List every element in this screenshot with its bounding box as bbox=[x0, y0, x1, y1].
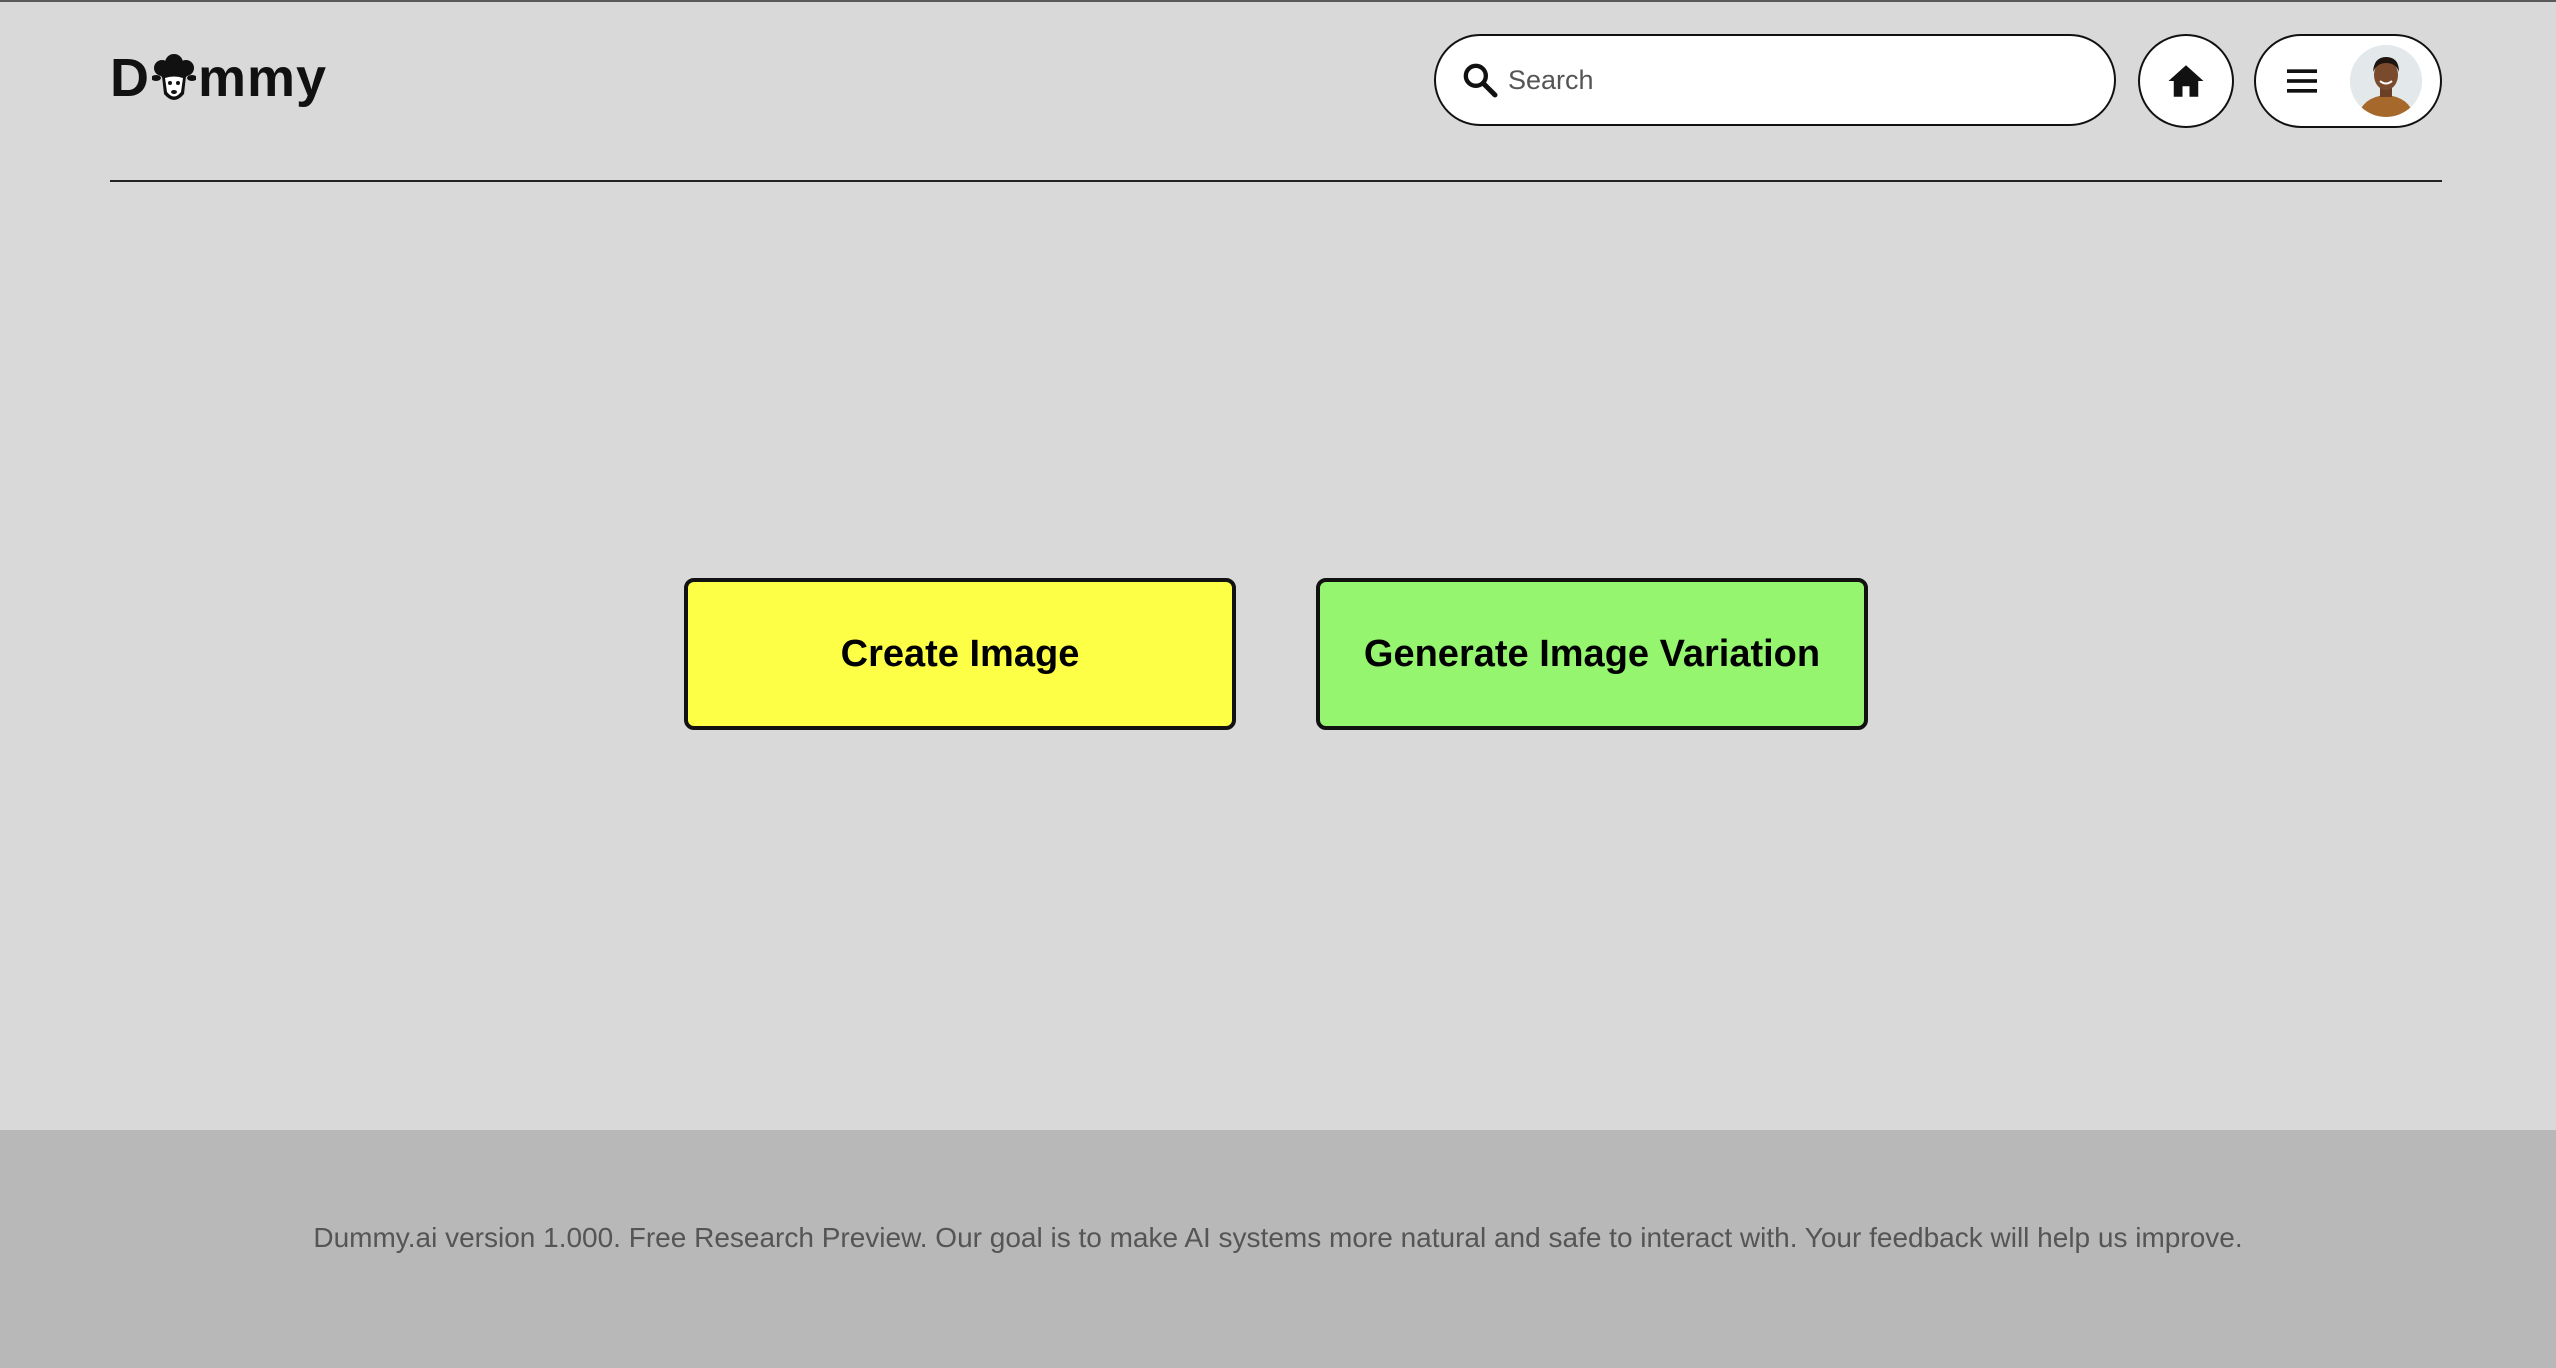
logo-first-letter: D bbox=[110, 48, 150, 108]
home-icon bbox=[2168, 65, 2204, 97]
menu-button[interactable] bbox=[2254, 34, 2442, 128]
logo-rest-text: mmy bbox=[198, 48, 328, 108]
page: D mmy Search Create Image Generate Image… bbox=[0, 0, 2556, 1368]
search-bar[interactable] bbox=[1434, 34, 2116, 126]
user-avatar-image bbox=[2350, 45, 2422, 117]
footer-text: Dummy.ai version 1.000. Free Research Pr… bbox=[313, 1222, 2243, 1253]
search-icon bbox=[1463, 63, 1498, 98]
home-button[interactable] bbox=[2138, 34, 2234, 128]
header-divider bbox=[110, 180, 2442, 182]
header: D mmy Search bbox=[0, 2, 2556, 184]
search-input[interactable] bbox=[1508, 50, 2068, 110]
generate-image-variation-button[interactable]: Generate Image Variation bbox=[1316, 578, 1868, 730]
footer: Dummy.ai version 1.000. Free Research Pr… bbox=[0, 1130, 2556, 1368]
hamburger-menu-icon bbox=[2287, 69, 2317, 93]
sheep-head-icon bbox=[151, 54, 197, 106]
app-logo[interactable]: D mmy bbox=[110, 46, 327, 110]
create-image-button[interactable]: Create Image bbox=[684, 578, 1236, 730]
avatar[interactable] bbox=[2350, 45, 2422, 117]
